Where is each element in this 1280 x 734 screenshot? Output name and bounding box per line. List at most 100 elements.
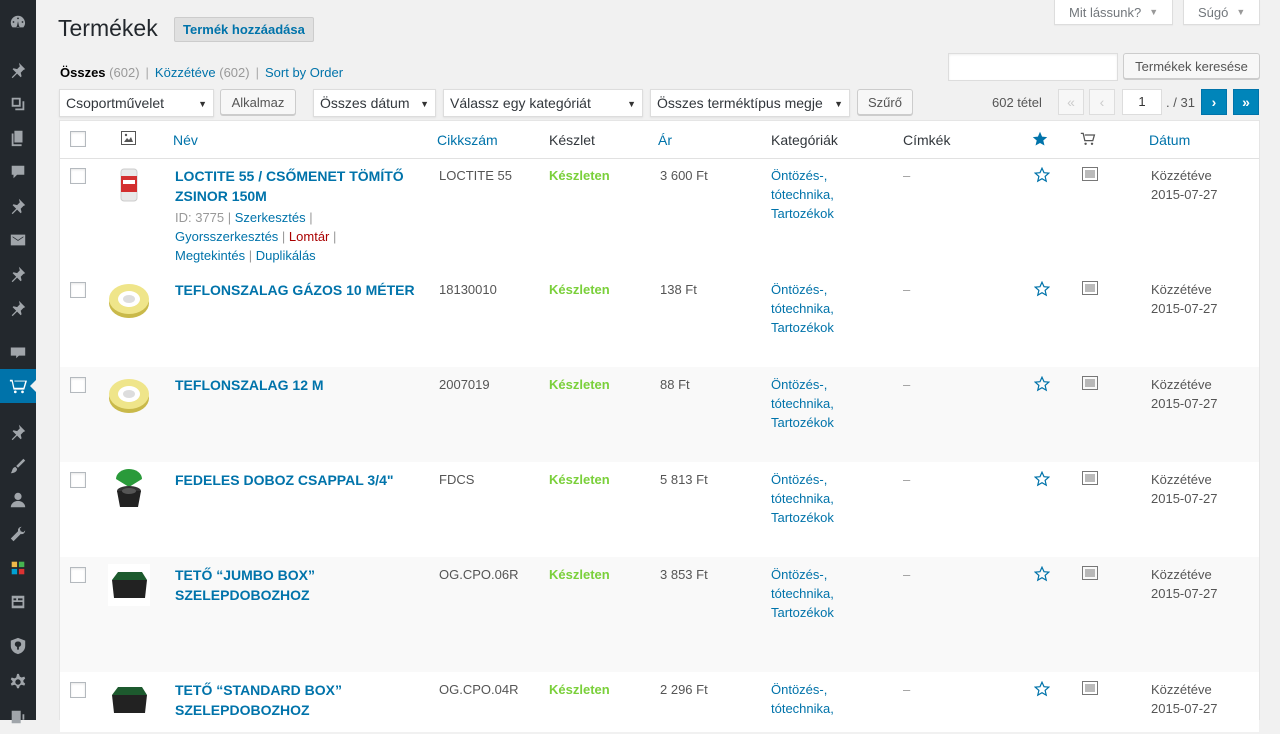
product-name-link[interactable]: LOCTITE 55 / CSŐMENET TÖMÍTŐ ZSINOR 150M	[175, 166, 404, 206]
featured-star-icon[interactable]	[1033, 280, 1051, 300]
quick-edit-link[interactable]: Gyorsszerkesztés	[175, 229, 278, 244]
price-value: 138 Ft	[660, 282, 697, 297]
date-filter-value: Összes dátum	[320, 95, 410, 111]
product-name-link[interactable]: TETŐ “JUMBO BOX” SZELEPDOBOZHOZ	[175, 565, 315, 605]
row-checkbox[interactable]	[70, 682, 86, 698]
product-thumbnail[interactable]	[108, 564, 150, 606]
product-thumbnail[interactable]	[108, 166, 150, 208]
category-links[interactable]: Öntözés-, tótechnika, Tartozékok	[771, 565, 834, 622]
media-icon[interactable]	[0, 87, 36, 121]
date-value: Közzétéve 2015-07-27	[1151, 168, 1218, 202]
collapse-icon[interactable]	[0, 700, 36, 734]
screen-options-tab[interactable]: Mit lássunk? ▼	[1054, 0, 1174, 25]
product-type-filter-select[interactable]: Összes terméktípus megje ▼	[650, 89, 850, 117]
sort-by-order-link[interactable]: Sort by Order	[265, 65, 343, 80]
duplicate-link[interactable]: Duplikálás	[256, 248, 316, 263]
dashboard-icon[interactable]	[0, 5, 36, 39]
featured-star-icon[interactable]	[1033, 166, 1051, 186]
search-input[interactable]	[948, 53, 1118, 81]
apply-button[interactable]: Alkalmaz	[220, 89, 296, 115]
product-id: ID: 3775	[175, 210, 225, 225]
category-links[interactable]: Öntözés-, tótechnika, Tartozékok	[771, 375, 834, 432]
first-page-button[interactable]: «	[1058, 89, 1084, 115]
date-value: Közzétéve 2015-07-27	[1151, 282, 1218, 316]
add-product-button[interactable]: Termék hozzáadása	[174, 17, 314, 42]
screen-options-label: Mit lássunk?	[1069, 4, 1142, 20]
featured-star-icon[interactable]	[1033, 680, 1051, 700]
select-all-checkbox[interactable]	[70, 131, 86, 147]
product-type-icon	[1082, 167, 1098, 184]
row-checkbox[interactable]	[70, 168, 86, 184]
help-tab[interactable]: Súgó ▼	[1183, 0, 1261, 25]
search-products-button[interactable]: Termékek keresése	[1123, 53, 1260, 79]
pin-icon-4[interactable]	[0, 291, 36, 325]
trash-link[interactable]: Lomtár	[289, 229, 329, 244]
tools-wrench-icon[interactable]	[0, 517, 36, 551]
current-page-input[interactable]: 1	[1122, 89, 1162, 115]
column-sku[interactable]: Cikkszám	[437, 132, 498, 148]
pin-icon-5[interactable]	[0, 415, 36, 449]
products-cart-icon[interactable]	[0, 369, 37, 403]
edit-link[interactable]: Szerkesztés	[235, 210, 306, 225]
category-links[interactable]: Öntözés-, tótechnika,	[771, 680, 834, 718]
product-thumbnail[interactable]	[108, 374, 150, 416]
shield-icon[interactable]	[0, 629, 36, 663]
category-links[interactable]: Öntözés-, tótechnika, Tartozékok	[771, 280, 834, 337]
bulk-action-value: Csoportművelet	[66, 95, 165, 111]
date-value: Közzétéve 2015-07-27	[1151, 377, 1218, 411]
stock-status: Készleten	[549, 377, 610, 392]
featured-star-icon[interactable]	[1033, 565, 1051, 585]
category-links[interactable]: Öntözés-, tótechnika, Tartozékok	[771, 470, 834, 527]
date-filter-select[interactable]: Összes dátum ▼	[313, 89, 436, 117]
row-checkbox[interactable]	[70, 377, 86, 393]
date-value: Közzétéve 2015-07-27	[1151, 567, 1218, 601]
product-name-link[interactable]: TEFLONSZALAG GÁZOS 10 MÉTER	[175, 280, 415, 300]
featured-column-star-icon[interactable]	[1032, 131, 1048, 150]
settings-panel-icon[interactable]	[0, 585, 36, 619]
filter-button[interactable]: Szűrő	[857, 89, 913, 115]
view-published-link[interactable]: Közzétéve	[155, 65, 216, 80]
stock-status: Készleten	[549, 682, 610, 697]
featured-star-icon[interactable]	[1033, 470, 1051, 490]
product-thumbnail[interactable]	[108, 279, 150, 321]
last-page-button[interactable]: »	[1233, 89, 1259, 115]
product-name-link[interactable]: TEFLONSZALAG 12 M	[175, 375, 324, 395]
caret-down-icon: ▼	[627, 99, 636, 109]
product-name-link[interactable]: FEDELES DOBOZ CSAPPAL 3/4"	[175, 470, 394, 490]
mail-icon[interactable]	[0, 223, 36, 257]
prev-page-button[interactable]: ‹	[1089, 89, 1115, 115]
column-date[interactable]: Dátum	[1149, 132, 1190, 148]
next-page-button[interactable]: ›	[1201, 89, 1227, 115]
users-icon[interactable]	[0, 483, 36, 517]
pin-icon-3[interactable]	[0, 257, 36, 291]
caret-down-icon: ▼	[1236, 7, 1246, 17]
woocommerce-icon[interactable]	[0, 335, 36, 369]
tags-value: –	[903, 682, 911, 697]
gear-icon[interactable]	[0, 665, 36, 699]
product-name-link[interactable]: TETŐ “STANDARD BOX” SZELEPDOBOZHOZ	[175, 680, 342, 720]
product-thumbnail[interactable]	[108, 469, 150, 511]
appearance-brush-icon[interactable]	[0, 449, 36, 483]
view-link[interactable]: Megtekintés	[175, 248, 245, 263]
column-name[interactable]: Név	[173, 132, 198, 148]
featured-star-icon[interactable]	[1033, 375, 1051, 395]
sku-value: 18130010	[439, 282, 497, 297]
category-filter-select[interactable]: Válassz egy kategóriát ▼	[443, 89, 643, 117]
pages-icon[interactable]	[0, 121, 36, 155]
pin-icon[interactable]	[0, 53, 36, 87]
view-all-link[interactable]: Összes	[60, 65, 106, 80]
bulk-action-select[interactable]: Csoportművelet ▼	[59, 89, 214, 117]
comments-icon[interactable]	[0, 155, 36, 189]
category-links[interactable]: Öntözés-, tótechnika, Tartozékok	[771, 166, 834, 223]
row-checkbox[interactable]	[70, 472, 86, 488]
sku-value: OG.CPO.06R	[439, 567, 519, 582]
row-checkbox[interactable]	[70, 282, 86, 298]
row-checkbox[interactable]	[70, 567, 86, 583]
product-thumbnail[interactable]	[108, 679, 150, 721]
help-label: Súgó	[1198, 4, 1229, 20]
category-filter-value: Válassz egy kategóriát	[450, 95, 591, 111]
table-header: Név Cikkszám Készlet Ár Kategóriák Címké…	[60, 121, 1259, 159]
plugin-color-icon[interactable]	[0, 551, 36, 585]
column-price[interactable]: Ár	[658, 132, 672, 148]
pin-icon-2[interactable]	[0, 189, 36, 223]
